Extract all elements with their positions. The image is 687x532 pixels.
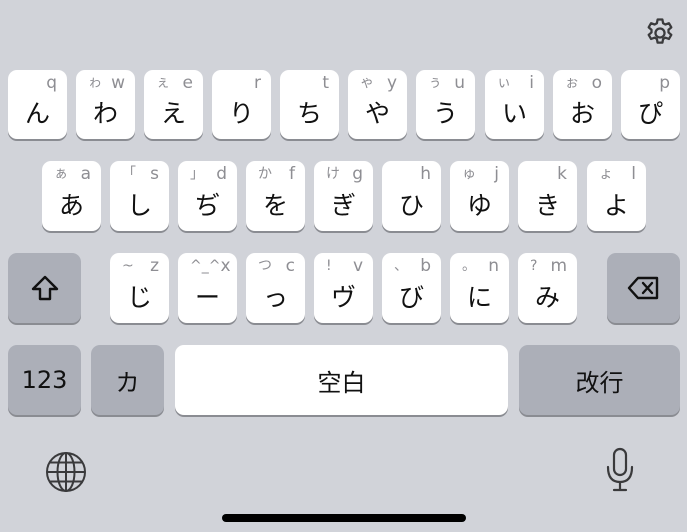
microphone-icon[interactable] (598, 446, 642, 494)
backspace-icon (607, 253, 680, 323)
key-ni[interactable]: 。 n に (450, 253, 509, 323)
key-ri[interactable]: r り (212, 70, 271, 139)
home-indicator (222, 514, 466, 522)
kana-toggle-key[interactable]: カ (91, 345, 164, 415)
key-long-vowel[interactable]: ^_^ x ー (178, 253, 237, 323)
key-yu[interactable]: ゅj ゆ (450, 161, 509, 231)
key-dji[interactable]: 」 d ぢ (178, 161, 237, 231)
key-pi[interactable]: p ぴ (621, 70, 680, 139)
key-vu[interactable]: ! v ヴ (314, 253, 373, 323)
key-gi[interactable]: けg ぎ (314, 161, 373, 231)
key-e[interactable]: ぇe え (144, 70, 203, 139)
key-o[interactable]: ぉo お (553, 70, 612, 139)
key-ki[interactable]: k き (518, 161, 577, 231)
key-ya[interactable]: ゃy や (348, 70, 407, 139)
shift-key[interactable] (8, 253, 81, 323)
key-shi[interactable]: 「s し (110, 161, 169, 231)
key-yo[interactable]: ょl よ (587, 161, 646, 231)
globe-icon[interactable] (42, 448, 90, 496)
gear-icon[interactable] (641, 14, 679, 52)
key-mi[interactable]: ? m み (518, 253, 577, 323)
key-small-tsu[interactable]: つc っ (246, 253, 305, 323)
key-bi[interactable]: 、 b び (382, 253, 441, 323)
key-chi[interactable]: t ち (280, 70, 339, 139)
return-key[interactable]: 改行 (519, 345, 680, 415)
japanese-keyboard: q ん ゎw わ ぇe え r り t ち ゃy や ぅu う ぃi い ぉo … (0, 0, 687, 532)
space-key[interactable]: 空白 (175, 345, 508, 415)
numbers-key[interactable]: 123 (8, 345, 81, 415)
key-n[interactable]: q ん (8, 70, 67, 139)
key-wo[interactable]: かf を (246, 161, 305, 231)
key-i[interactable]: ぃi い (485, 70, 544, 139)
key-u[interactable]: ぅu う (416, 70, 475, 139)
shift-arrow-icon (8, 253, 81, 323)
key-wa[interactable]: ゎw わ (76, 70, 135, 139)
key-a[interactable]: ぁa あ (42, 161, 101, 231)
key-ji[interactable]: ~ z じ (110, 253, 169, 323)
delete-key[interactable] (607, 253, 680, 323)
key-hi[interactable]: h ひ (382, 161, 441, 231)
